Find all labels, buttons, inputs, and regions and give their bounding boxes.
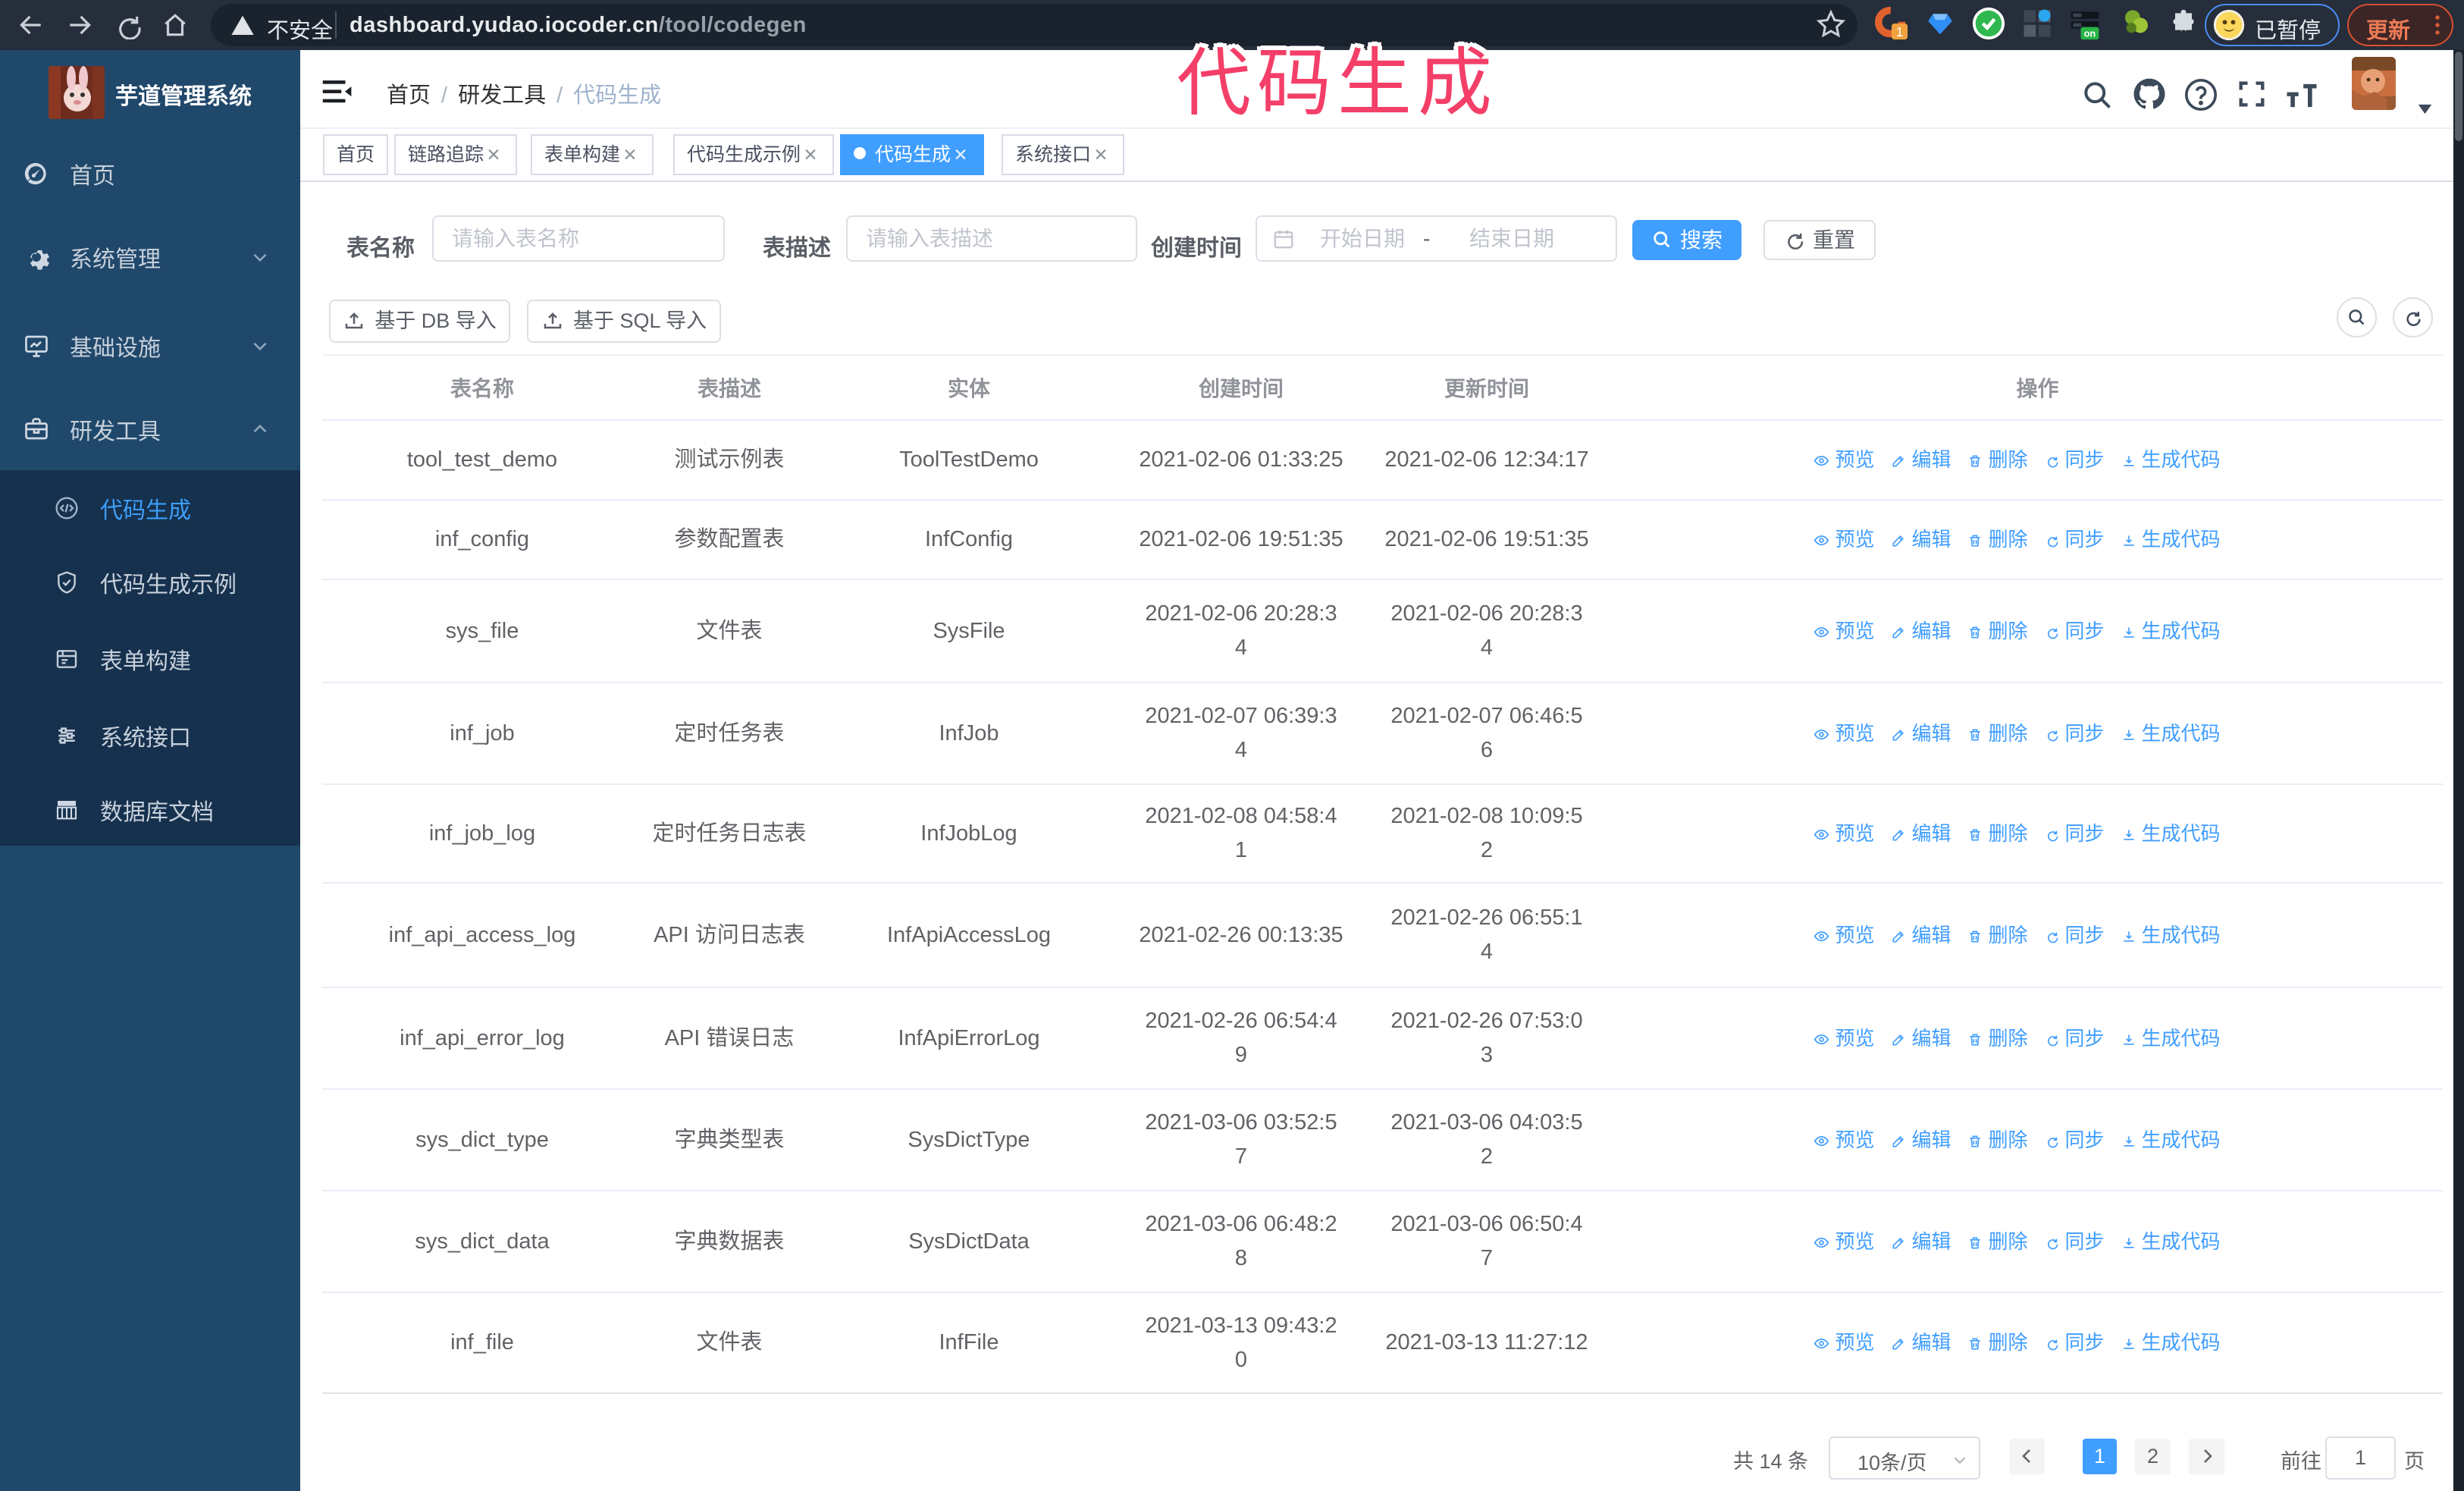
svg-text:on: on bbox=[2084, 28, 2096, 39]
svg-text:1: 1 bbox=[1896, 24, 1904, 39]
